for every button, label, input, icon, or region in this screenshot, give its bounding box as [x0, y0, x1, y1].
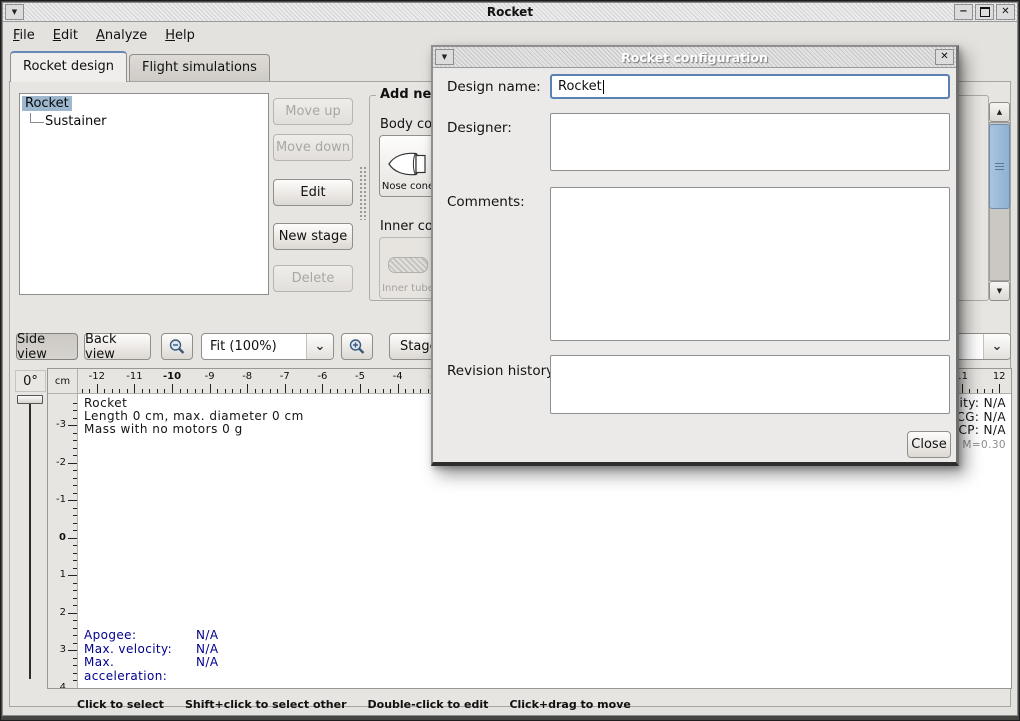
new-stage-button[interactable]: New stage	[273, 223, 353, 250]
comments-textarea[interactable]	[550, 187, 950, 341]
inner-tube-button[interactable]: Inner tube	[379, 237, 437, 299]
menu-help[interactable]: Help	[156, 24, 204, 47]
tab-strip: Rocket design Flight simulations	[10, 52, 272, 81]
ruler-unit-label: cm	[48, 369, 78, 394]
tab-rocket-design[interactable]: Rocket design	[10, 51, 127, 82]
rotation-slider-track[interactable]	[29, 402, 31, 679]
design-name-value: Rocket	[558, 79, 602, 94]
close-button[interactable]: ✕	[996, 4, 1015, 20]
window-menu-icon[interactable]: ▼	[5, 4, 24, 20]
revision-history-textarea[interactable]	[550, 355, 950, 414]
screen: ▼ Rocket − ✕ File Edit Analyze Help Rock…	[0, 0, 1020, 721]
scroll-up-button[interactable]: ▲	[989, 102, 1010, 122]
designer-textarea[interactable]	[550, 113, 950, 171]
delete-button[interactable]: Delete	[273, 265, 353, 292]
main-titlebar[interactable]: ▼ Rocket − ✕	[3, 3, 1017, 22]
menu-edit[interactable]: Edit	[44, 24, 87, 47]
maximize-button[interactable]	[975, 4, 994, 20]
design-name-input[interactable]: Rocket	[550, 74, 950, 99]
flight-info: Apogee:N/A Max. velocity:N/A Max. accele…	[84, 629, 218, 683]
chevron-down-icon: ⌄	[306, 334, 333, 359]
zoom-combobox[interactable]: Fit (100%) ⌄	[201, 333, 334, 360]
inner-tube-label: Inner tube	[382, 283, 434, 294]
designer-label: Designer:	[447, 120, 512, 136]
back-view-button[interactable]: Back view	[84, 333, 151, 360]
scrollbar-thumb[interactable]	[989, 124, 1010, 209]
nose-cone-label: Nose cone	[382, 181, 434, 192]
tree-connector	[30, 113, 44, 123]
chevron-down-icon: ⌄	[983, 334, 1010, 359]
dialog-window-menu-icon[interactable]: ▼	[435, 49, 454, 65]
move-up-button[interactable]: Move up	[273, 98, 353, 125]
text-caret	[603, 80, 604, 94]
rotation-angle-label: 0°	[15, 370, 46, 392]
vertical-ruler: -3-2-101234	[48, 394, 78, 688]
minimize-button[interactable]: −	[954, 4, 973, 20]
edit-button[interactable]: Edit	[273, 179, 353, 206]
menu-file[interactable]: File	[4, 24, 44, 47]
component-tree[interactable]: Rocket Sustainer	[19, 93, 269, 295]
rocket-info-text: RocketLength 0 cm, max. diameter 0 cmMas…	[84, 397, 304, 436]
panel-drag-handle[interactable]	[359, 166, 368, 220]
tree-item-rocket[interactable]: Rocket	[22, 96, 72, 111]
scroll-down-button[interactable]: ▼	[989, 281, 1010, 301]
window-title: Rocket	[3, 5, 1017, 19]
side-view-button[interactable]: Side view	[16, 333, 78, 360]
zoom-value: Fit (100%)	[202, 339, 306, 354]
comments-label: Comments:	[447, 194, 525, 210]
rotation-slider-thumb[interactable]	[17, 395, 43, 404]
zoom-in-button[interactable]	[341, 333, 373, 360]
dialog-close-icon[interactable]: ✕	[935, 49, 954, 65]
dialog-title: Rocket configuration	[433, 50, 956, 65]
rocket-configuration-dialog: ▼ Rocket configuration ✕ Design name: Ro…	[431, 45, 959, 466]
tab-flight-simulations[interactable]: Flight simulations	[129, 54, 270, 81]
status-hints: Click to selectShift+click to select oth…	[77, 698, 652, 711]
dialog-titlebar[interactable]: ▼ Rocket configuration ✕	[433, 47, 956, 68]
design-name-label: Design name:	[447, 79, 541, 95]
menu-analyze[interactable]: Analyze	[87, 24, 156, 47]
inner-tube-icon	[388, 257, 428, 273]
move-down-button[interactable]: Move down	[273, 134, 353, 161]
component-scrollbar: ▲ ▼	[989, 102, 1010, 301]
dialog-close-button[interactable]: Close	[907, 431, 951, 458]
revision-history-label: Revision history:	[447, 363, 558, 379]
tree-item-sustainer[interactable]: Sustainer	[45, 114, 107, 129]
nose-cone-button[interactable]: Nose cone	[379, 135, 437, 197]
zoom-out-button[interactable]	[161, 333, 193, 360]
zoom-out-icon	[168, 338, 186, 356]
maximize-icon	[980, 7, 990, 17]
nose-cone-icon	[386, 149, 430, 179]
zoom-in-icon	[348, 338, 366, 356]
